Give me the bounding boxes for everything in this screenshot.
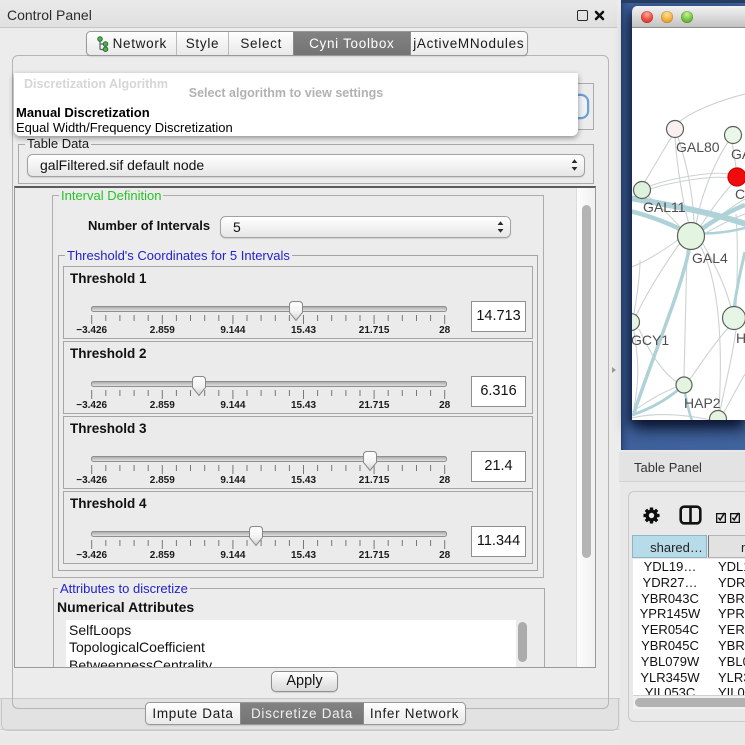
svg-text:GA: GA [731, 146, 745, 162]
svg-text:GCY1: GCY1 [632, 332, 669, 348]
svg-text:GAL11: GAL11 [643, 199, 686, 215]
svg-text:H: H [736, 330, 745, 346]
svg-text:GAL4: GAL4 [692, 250, 728, 266]
svg-text:C: C [735, 186, 745, 202]
svg-text:GAL80: GAL80 [676, 139, 720, 155]
svg-text:HAP2: HAP2 [684, 395, 721, 411]
